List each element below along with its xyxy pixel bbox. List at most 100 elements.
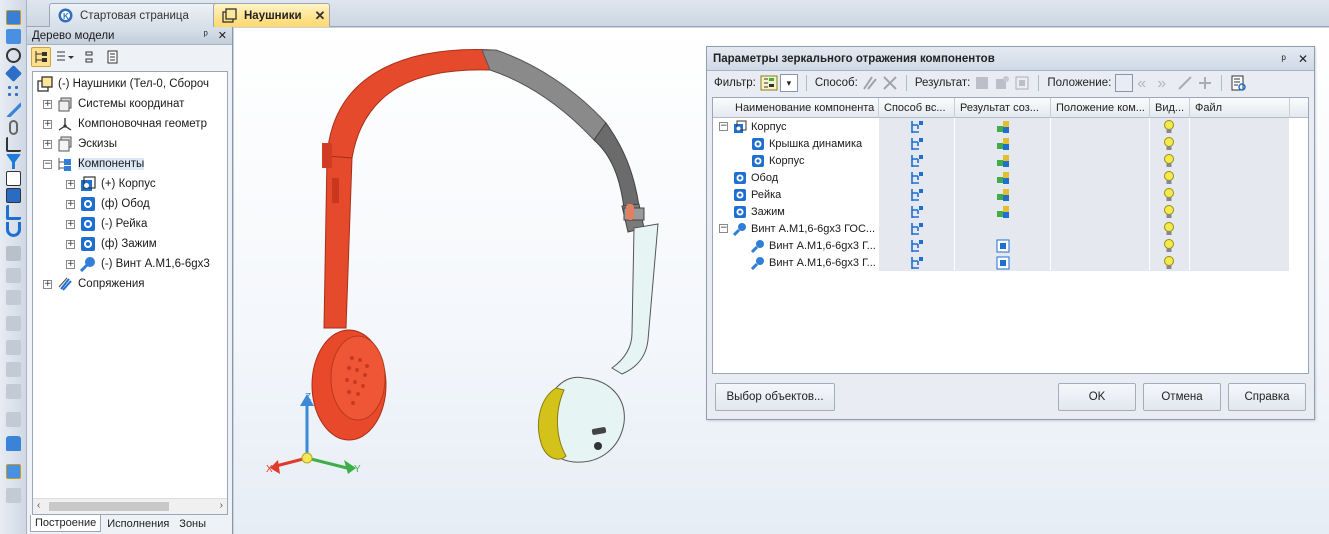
- table-row[interactable]: Рейка: [713, 186, 1290, 203]
- table-row[interactable]: Винт А.М1,6-6gx3 Г...: [713, 254, 1290, 271]
- position-cell[interactable]: [1051, 203, 1150, 220]
- tree-node-mates[interactable]: + Сопряжения: [43, 274, 145, 294]
- scroll-right-icon[interactable]: ›: [220, 500, 223, 511]
- result-cell[interactable]: [955, 203, 1051, 220]
- position-cell[interactable]: [1051, 152, 1150, 169]
- result-cell[interactable]: [955, 254, 1051, 271]
- close-icon[interactable]: ✕: [1298, 52, 1308, 66]
- filter-icon[interactable]: [6, 154, 21, 169]
- expand-icon[interactable]: +: [66, 259, 75, 269]
- tree-node-rail[interactable]: + (-) Рейка: [66, 214, 147, 234]
- properties-icon[interactable]: [103, 47, 123, 67]
- pipe-icon[interactable]: [6, 222, 21, 237]
- component-name-cell[interactable]: − Винт А.М1,6-6gx3 ГОС...: [713, 220, 879, 237]
- cancel-button[interactable]: Отмена: [1143, 383, 1221, 411]
- tree-node-components[interactable]: − Компоненты: [43, 154, 145, 174]
- close-icon[interactable]: ✕: [315, 8, 326, 24]
- expand-icon[interactable]: +: [66, 199, 75, 209]
- tree-node-rim[interactable]: + (ф) Обод: [66, 194, 150, 214]
- column-header[interactable]: Способ вс...: [879, 98, 955, 118]
- close-icon[interactable]: ✕: [218, 29, 227, 42]
- component-name-cell[interactable]: Рейка: [713, 186, 879, 203]
- result-cell[interactable]: [955, 169, 1051, 186]
- column-header[interactable]: Положение ком...: [1051, 98, 1150, 118]
- solid-icon[interactable]: [6, 29, 21, 44]
- column-header[interactable]: Вид...: [1150, 98, 1190, 118]
- scroll-left-icon[interactable]: ‹: [37, 500, 40, 511]
- chevron-down-icon[interactable]: ▾: [779, 74, 798, 92]
- pin-icon[interactable]: ᵖ: [204, 29, 208, 42]
- spec-icon[interactable]: [6, 171, 21, 186]
- lock-icon[interactable]: [6, 436, 21, 451]
- report-icon[interactable]: [6, 188, 21, 203]
- tab-construction[interactable]: Построение: [30, 515, 102, 532]
- tree-node-clamp[interactable]: + (ф) Зажим: [66, 234, 157, 254]
- file-cell[interactable]: [1190, 169, 1290, 186]
- file-cell[interactable]: [1190, 254, 1290, 271]
- expand-icon[interactable]: +: [43, 139, 52, 149]
- method-cell[interactable]: [879, 254, 955, 271]
- table-row[interactable]: Винт А.М1,6-6gx3 Г...: [713, 237, 1290, 254]
- tab-start-page[interactable]: K Стартовая страница: [49, 3, 233, 27]
- collapse-icon[interactable]: −: [719, 224, 728, 233]
- help-button[interactable]: Справка: [1228, 383, 1306, 411]
- scrollbar-thumb[interactable]: [49, 502, 169, 511]
- tree-node-screw[interactable]: + (-) Винт А.М1,6-6gx3: [66, 254, 210, 274]
- table-row[interactable]: Обод: [713, 169, 1290, 186]
- pin-icon[interactable]: ᵖ: [1281, 52, 1286, 66]
- method-cell[interactable]: [879, 169, 955, 186]
- curve-icon[interactable]: [6, 48, 21, 63]
- result-cell[interactable]: [955, 220, 1051, 237]
- expand-icon[interactable]: +: [43, 119, 52, 129]
- column-header[interactable]: Результат соз...: [955, 98, 1051, 118]
- table-row[interactable]: Крышка динамика: [713, 135, 1290, 152]
- file-cell[interactable]: [1190, 135, 1290, 152]
- report-icon[interactable]: [1230, 75, 1247, 91]
- expand-icon[interactable]: +: [43, 279, 52, 289]
- component-name-cell[interactable]: Винт А.М1,6-6gx3 Г...: [713, 237, 879, 254]
- position-cell[interactable]: [1051, 220, 1150, 237]
- method-cell[interactable]: [879, 135, 955, 152]
- component-name-cell[interactable]: Обод: [713, 169, 879, 186]
- expand-icon[interactable]: +: [66, 219, 75, 229]
- measure-icon[interactable]: [6, 102, 21, 117]
- method-cell[interactable]: [879, 186, 955, 203]
- component-name-cell[interactable]: Корпус: [713, 152, 879, 169]
- component-name-cell[interactable]: − Корпус: [713, 118, 879, 135]
- ok-button[interactable]: OK: [1058, 383, 1136, 411]
- position-cell[interactable]: [1051, 237, 1150, 254]
- tab-headphones[interactable]: Наушники ✕: [213, 3, 330, 27]
- array-icon[interactable]: [6, 84, 21, 99]
- result-cell[interactable]: [955, 118, 1051, 135]
- drawing-icon[interactable]: [6, 205, 21, 220]
- file-cell[interactable]: [1190, 203, 1290, 220]
- result-cell[interactable]: [955, 186, 1051, 203]
- position-cell[interactable]: [1051, 135, 1150, 152]
- column-header[interactable]: Файл: [1190, 98, 1290, 118]
- angle-icon[interactable]: [6, 137, 21, 152]
- component-name-cell[interactable]: Зажим: [713, 203, 879, 220]
- expand-icon[interactable]: +: [66, 179, 75, 189]
- table-row[interactable]: − Винт А.М1,6-6gx3 ГОС...: [713, 220, 1290, 237]
- method-cell[interactable]: [879, 152, 955, 169]
- file-cell[interactable]: [1190, 118, 1290, 135]
- file-cell[interactable]: [1190, 220, 1290, 237]
- edit-icon[interactable]: [6, 10, 21, 25]
- method-cell[interactable]: [879, 118, 955, 135]
- insert-component-icon[interactable]: [6, 464, 21, 479]
- select-objects-button[interactable]: Выбор объектов...: [715, 383, 835, 411]
- component-name-cell[interactable]: Крышка динамика: [713, 135, 879, 152]
- position-cell[interactable]: [1051, 186, 1150, 203]
- list-view-icon[interactable]: [55, 47, 75, 67]
- expand-icon[interactable]: +: [43, 99, 52, 109]
- tree-node-sketches[interactable]: + Эскизы: [43, 134, 117, 154]
- collapse-icon[interactable]: −: [43, 159, 52, 169]
- result-cell[interactable]: [955, 135, 1051, 152]
- tree-node-layout-geometry[interactable]: + Компоновочная геометр: [43, 114, 207, 134]
- result-cell[interactable]: [955, 237, 1051, 254]
- horizontal-scrollbar[interactable]: ‹ ›: [33, 498, 227, 514]
- method-cell[interactable]: [879, 237, 955, 254]
- tree-node-coordinate-systems[interactable]: + Системы координат: [43, 94, 184, 114]
- expand-icon[interactable]: +: [66, 239, 75, 249]
- table-row[interactable]: − Корпус: [713, 118, 1290, 135]
